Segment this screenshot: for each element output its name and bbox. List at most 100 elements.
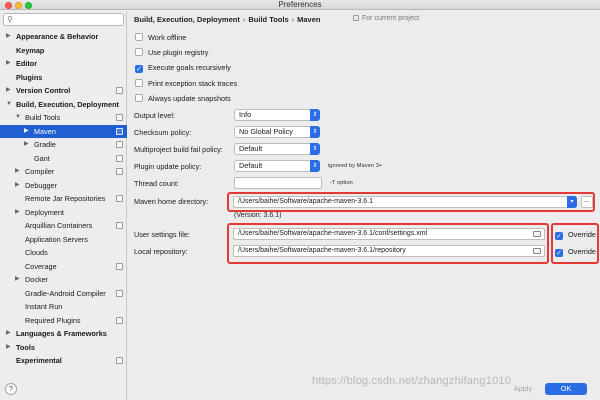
output-level-select[interactable]: Info ⇕ [234, 109, 320, 121]
sidebar-item[interactable]: Keymap [0, 44, 127, 57]
window-title: Preferences [278, 0, 322, 9]
sidebar-item[interactable]: ▼ Build Tools [0, 111, 127, 124]
help-button[interactable]: ? [5, 383, 17, 395]
settings-search-input[interactable]: ⚲ [3, 13, 124, 26]
sidebar-item[interactable]: Gant [0, 152, 127, 165]
option-always-update-snapshots[interactable]: Always update snapshots [135, 93, 231, 104]
chevron-right-icon[interactable]: ▶ [15, 165, 21, 178]
sidebar-item[interactable]: ▶ Compiler [0, 165, 127, 178]
sidebar-item[interactable]: Required Plugins [0, 314, 127, 327]
search-icon: ⚲ [7, 15, 13, 24]
option-execute-goals-recursively[interactable]: ✓ Execute goals recursively [135, 62, 231, 73]
sidebar-item[interactable]: Arquillian Containers [0, 219, 127, 232]
checkbox-icon[interactable] [135, 33, 143, 41]
sidebar-item-label: Remote Jar Repositories [25, 194, 106, 203]
project-scope-icon [353, 15, 359, 21]
chevron-right-icon[interactable]: ▶ [15, 206, 21, 219]
sidebar-item-label: Build, Execution, Deployment [16, 99, 119, 109]
thread-count-label: Thread count: [134, 179, 180, 188]
sidebar-item-label: Plugins [16, 72, 43, 82]
maven-version-label: (Version: 3.6.1) [234, 212, 282, 219]
scope-label: For current project [362, 15, 420, 22]
chevron-updown-icon: ⇕ [310, 109, 320, 121]
project-scope-icon [116, 357, 123, 364]
sidebar-item-label: Docker [25, 275, 49, 284]
highlight-box-override [551, 223, 599, 264]
sidebar-item[interactable]: Remote Jar Repositories [0, 192, 127, 205]
sidebar-item-label: Keymap [16, 45, 45, 55]
breadcrumb: Build, Execution, Deployment › Build Tools… [134, 15, 320, 24]
sidebar-item[interactable]: ▼ Build, Execution, Deployment [0, 98, 127, 111]
highlight-box-settings-paths [227, 223, 549, 264]
chevron-right-icon[interactable]: ▶ [6, 341, 12, 354]
sidebar-item-label: Gradle [34, 140, 56, 149]
multiproject-fail-policy-label: Multiproject build fail policy: [134, 145, 223, 154]
option-print-exception-stack-traces[interactable]: Print exception stack traces [135, 78, 237, 89]
sidebar-item[interactable]: Clouds [0, 246, 127, 259]
checkbox-icon[interactable] [135, 94, 143, 102]
chevron-right-icon[interactable]: ▶ [15, 273, 21, 286]
thread-count-hint: -T option [330, 180, 353, 186]
maven-home-label: Maven home directory: [134, 197, 209, 206]
sidebar-item[interactable]: ▶ Deployment [0, 206, 127, 219]
thread-count-input[interactable] [234, 177, 322, 189]
project-scope-icon [116, 222, 123, 229]
sidebar-item[interactable]: Application Servers [0, 233, 127, 246]
chevron-right-icon[interactable]: ▶ [6, 30, 12, 43]
sidebar-item[interactable]: ▶ Editor [0, 57, 127, 70]
chevron-down-icon[interactable]: ▼ [15, 111, 21, 124]
sidebar-item[interactable]: Coverage [0, 260, 127, 273]
apply-button[interactable]: Apply [513, 383, 533, 395]
chevron-right-icon[interactable]: ▶ [24, 138, 30, 151]
sidebar-item-label: Tools [16, 342, 35, 352]
sidebar-item[interactable]: ▶ Tools [0, 341, 127, 354]
sidebar-item[interactable]: ▶ Appearance & Behavior [0, 30, 127, 43]
sidebar-item[interactable]: Experimental [0, 354, 127, 367]
sidebar-item[interactable]: ▶ Docker [0, 273, 127, 286]
project-scope-icon [116, 316, 123, 324]
sidebar-item[interactable]: Gradle-Android Compiler [0, 287, 127, 300]
project-scope-icon [116, 195, 123, 202]
plugin-update-policy-select[interactable]: Default ⇕ [234, 160, 320, 172]
sidebar-item-label: Version Control [16, 86, 71, 95]
project-scope-icon [116, 114, 123, 121]
breadcrumb-item: Build Tools [248, 15, 289, 24]
sidebar-item[interactable]: ▶ Debugger [0, 179, 127, 192]
sidebar-item[interactable]: ▶ Maven [0, 124, 127, 138]
sidebar-item[interactable]: ▶ Gradle [0, 138, 127, 151]
checkbox-checked-icon[interactable]: ✓ [135, 65, 143, 73]
sidebar-item[interactable]: ▶ Version Control [0, 84, 127, 97]
multiproject-fail-policy-select[interactable]: Default ⇕ [234, 143, 320, 155]
checksum-policy-value: No Global Policy [239, 127, 293, 136]
option-use-plugin-registry[interactable]: Use plugin registry [135, 47, 208, 58]
breadcrumb-separator: › [291, 15, 295, 24]
chevron-right-icon[interactable]: ▶ [15, 179, 21, 192]
sidebar-item-label: Gradle-Android Compiler [25, 288, 106, 298]
chevron-down-icon[interactable]: ▼ [6, 98, 12, 111]
sidebar-item[interactable]: Plugins [0, 71, 127, 84]
project-scope-icon [116, 87, 123, 94]
ok-button[interactable]: OK [545, 383, 587, 395]
breadcrumb-separator: › [242, 15, 246, 24]
sidebar-item[interactable]: Instant Run [0, 300, 127, 313]
scope-note: For current project [353, 15, 419, 22]
sidebar-item[interactable]: ▶ Languages & Frameworks [0, 327, 127, 340]
chevron-right-icon[interactable]: ▶ [24, 125, 30, 138]
project-scope-icon [116, 289, 123, 297]
option-work-offline[interactable]: Work offline [135, 32, 186, 43]
chevron-right-icon[interactable]: ▶ [6, 327, 12, 340]
checkbox-icon[interactable] [135, 79, 143, 87]
chevron-right-icon[interactable]: ▶ [6, 84, 12, 97]
project-scope-icon [116, 154, 123, 162]
checkbox-icon[interactable] [135, 48, 143, 56]
chevron-right-icon[interactable]: ▶ [6, 57, 12, 70]
maven-settings-panel: Build, Execution, Deployment › Build Tools… [128, 11, 600, 400]
chevron-updown-icon: ⇕ [310, 143, 320, 155]
output-level-value: Info [239, 110, 252, 119]
checksum-policy-select[interactable]: No Global Policy ⇕ [234, 126, 320, 138]
plugin-update-policy-label: Plugin update policy: [134, 162, 202, 171]
output-level-label: Output level: [134, 111, 175, 120]
sidebar-item-label: Build Tools [25, 113, 61, 122]
chevron-updown-icon: ⇕ [310, 126, 320, 138]
plugin-update-policy-hint: ignored by Maven 3+ [328, 163, 383, 169]
